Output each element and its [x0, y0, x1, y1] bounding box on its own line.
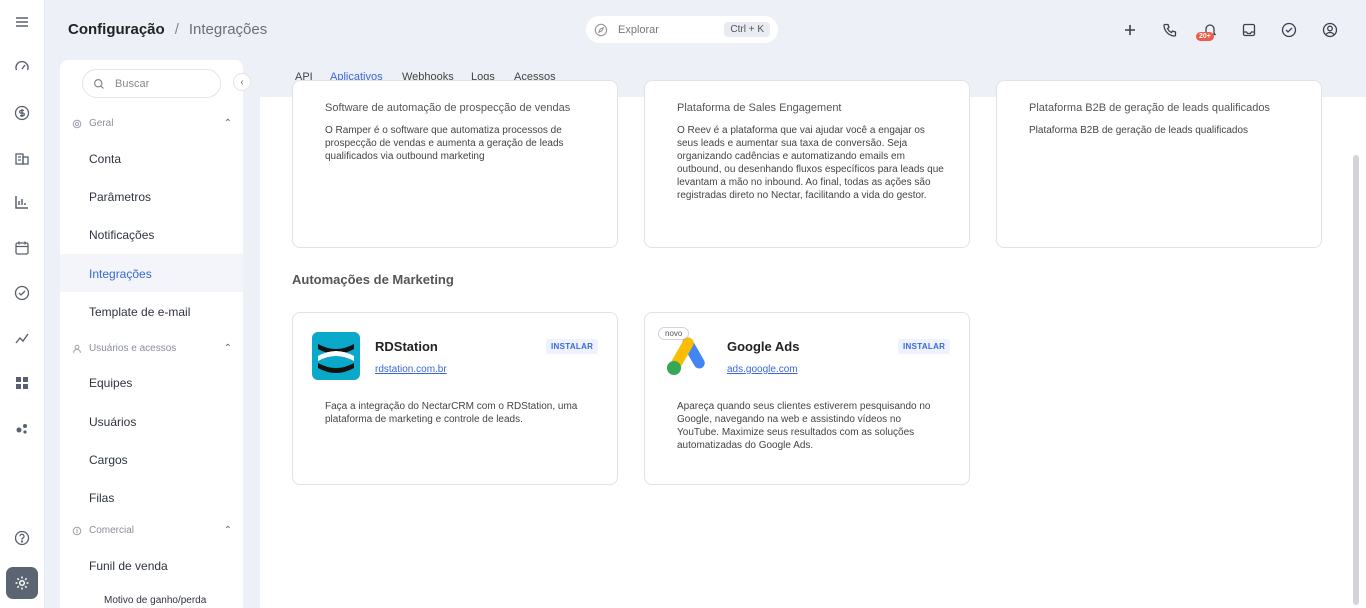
card-description: O Ramper é o software que automatiza pro… — [325, 125, 564, 162]
breadcrumb-separator: / — [174, 21, 179, 38]
dashboard-gauge-icon[interactable] — [12, 57, 32, 77]
user-avatar-icon[interactable] — [1320, 20, 1340, 40]
sidebar-item-equipes[interactable]: Equipes — [89, 376, 132, 390]
chevron-up-icon[interactable]: ⌃ — [224, 525, 232, 536]
card-link[interactable]: ads.google.com — [727, 364, 798, 375]
card-description: Faça a integração do NectarCRM com o RDS… — [325, 401, 578, 425]
integration-card-ramper[interactable]: Software de automação de prospecção de v… — [292, 80, 618, 248]
chevron-left-icon: ‹ — [240, 76, 244, 88]
section-header-comercial[interactable]: Comercial ⌃ — [72, 525, 232, 536]
sidebar-item-notificacoes[interactable]: Notificações — [89, 228, 154, 242]
search-icon — [94, 78, 104, 89]
card-link[interactable]: rdstation.com.br — [375, 364, 447, 375]
dollar-icon[interactable] — [12, 103, 32, 123]
integration-card-b2b[interactable]: Plataforma B2B de geração de leads quali… — [996, 80, 1322, 248]
add-icon[interactable] — [1120, 20, 1140, 40]
dollar-icon — [72, 526, 82, 535]
breadcrumb: Configuração / Integrações — [68, 21, 267, 38]
card-title: Software de automação de prospecção de v… — [325, 102, 571, 114]
sidebar-subitem-motivo[interactable]: Motivo de ganho/perda — [104, 595, 206, 606]
breadcrumb-current: Integrações — [188, 21, 268, 38]
gear-icon — [72, 119, 82, 128]
settings-sidebar: Buscar Geral ⌃ Conta Parâmetros Notifica… — [60, 60, 243, 608]
integration-card-google-ads[interactable]: novo Google Ads ads.google.com INSTALAR … — [644, 312, 970, 485]
reports-chart-icon[interactable] — [12, 192, 32, 212]
card-name: RDStation — [375, 339, 438, 354]
card-title: Plataforma B2B de geração de leads quali… — [1029, 102, 1270, 114]
card-description: Apareça quando seus clientes estiverem p… — [677, 401, 931, 451]
card-description: O Reev é a plataforma que vai ajudar voc… — [677, 125, 944, 201]
main-panel: API Aplicativos Webhooks Logs Acessos So… — [260, 60, 1366, 608]
sidebar-item-usuarios[interactable]: Usuários — [89, 415, 136, 429]
search-placeholder: Buscar — [115, 77, 150, 90]
help-icon[interactable] — [12, 528, 32, 548]
collapse-sidebar-button[interactable]: ‹ — [233, 73, 251, 91]
compass-icon — [594, 23, 608, 36]
menu-icon[interactable] — [12, 12, 32, 32]
card-name: Google Ads — [727, 339, 800, 354]
google-ads-logo — [664, 332, 712, 380]
chevron-up-icon[interactable]: ⌃ — [224, 118, 232, 129]
section-label: Usuários e acessos — [89, 343, 177, 354]
chevron-up-icon[interactable]: ⌃ — [224, 343, 232, 354]
sidebar-item-filas[interactable]: Filas — [89, 491, 114, 505]
section-header-geral[interactable]: Geral ⌃ — [72, 118, 232, 129]
page-title: Configuração — [68, 21, 165, 38]
section-title-marketing: Automações de Marketing — [292, 272, 454, 287]
notification-count-badge: 20+ — [1196, 32, 1214, 41]
settings-gear-icon[interactable] — [6, 567, 38, 599]
section-label: Geral — [89, 118, 114, 129]
card-description: Plataforma B2B de geração de leads quali… — [1029, 125, 1249, 136]
rdstation-logo — [312, 332, 360, 380]
user-icon — [73, 344, 81, 353]
building-icon[interactable] — [12, 148, 32, 168]
card-title: Plataforma de Sales Engagement — [677, 102, 842, 114]
sidebar-item-cargos[interactable]: Cargos — [89, 453, 128, 467]
sidebar-search-input[interactable]: Buscar — [82, 69, 221, 98]
sidebar-item-integracoes[interactable]: Integrações — [89, 267, 152, 281]
install-button[interactable]: INSTALAR — [546, 339, 599, 354]
app-rail — [0, 0, 45, 608]
install-button[interactable]: INSTALAR — [898, 339, 951, 354]
section-header-usuarios[interactable]: Usuários e acessos ⌃ — [72, 343, 232, 354]
widgets-icon[interactable] — [12, 373, 32, 393]
check-circle-icon[interactable] — [12, 283, 32, 303]
sidebar-item-template-email[interactable]: Template de e-mail — [89, 305, 190, 319]
sidebar-item-funil-venda[interactable]: Funil de venda — [89, 559, 168, 573]
trend-icon[interactable] — [12, 328, 32, 348]
phone-icon[interactable] — [1160, 20, 1180, 40]
integrations-dots-icon[interactable] — [12, 418, 32, 438]
calendar-icon[interactable] — [12, 238, 32, 258]
integration-card-reev[interactable]: Plataforma de Sales Engagement O Reev é … — [644, 80, 970, 248]
explore-label: Explorar — [618, 23, 659, 36]
inbox-icon[interactable] — [1239, 20, 1259, 40]
tasks-check-icon[interactable] — [1279, 20, 1299, 40]
explore-shortcut: Ctrl + K — [724, 22, 770, 37]
vertical-scrollbar[interactable] — [1353, 155, 1359, 605]
explore-search[interactable]: Explorar Ctrl + K — [586, 16, 778, 43]
integration-card-rdstation[interactable]: RDStation rdstation.com.br INSTALAR Faça… — [292, 312, 618, 485]
top-header: Configuração / Integrações Explorar Ctrl… — [45, 0, 1366, 60]
section-label: Comercial — [89, 525, 135, 536]
sidebar-item-parametros[interactable]: Parâmetros — [89, 190, 151, 204]
sidebar-item-conta[interactable]: Conta — [89, 152, 121, 166]
